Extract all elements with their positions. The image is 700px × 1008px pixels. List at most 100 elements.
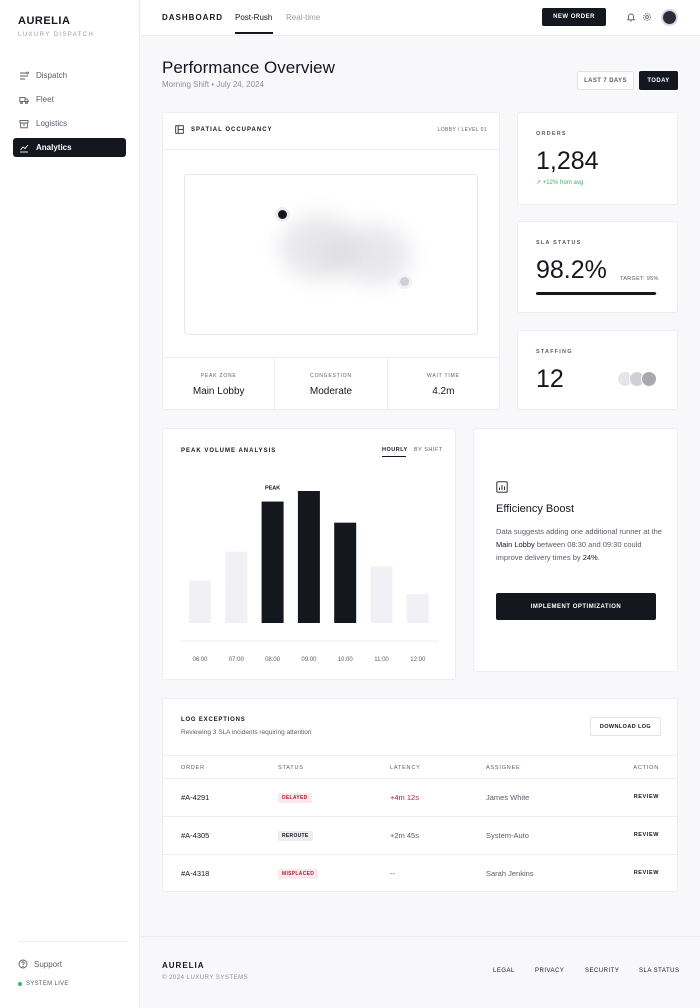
system-status-label: SYSTEM LIVE	[26, 981, 69, 987]
stat-value: Moderate	[309, 386, 353, 397]
status-badge: REROUTE	[278, 831, 313, 841]
x-tick-label: 12:00	[410, 657, 426, 663]
bar-1200[interactable]	[406, 593, 429, 623]
column-header: ASSIGNEE	[486, 765, 521, 771]
support-label: Support	[34, 959, 63, 969]
stat-congestion: CONGESTION Moderate	[275, 358, 388, 410]
occupancy-map[interactable]	[184, 174, 478, 335]
help-icon	[18, 959, 28, 969]
sla-status-card: SLA STATUS 98.2% TARGET: 95%	[517, 221, 678, 313]
assignee: James White	[486, 793, 530, 802]
brand-logo: AURELIA	[18, 15, 71, 27]
efficiency-zone: Main Lobby	[496, 540, 535, 549]
occupancy-marker[interactable]	[400, 277, 409, 286]
stat-peak-zone: PEAK ZONE Main Lobby	[163, 358, 276, 410]
stat-label: PEAK ZONE	[200, 373, 237, 379]
chart-icon	[20, 144, 29, 152]
x-tick-label: 08:00	[265, 657, 281, 663]
footer-link-privacy[interactable]: PRIVACY	[535, 968, 564, 974]
implement-optimization-button[interactable]: IMPLEMENT OPTIMIZATION	[496, 593, 656, 620]
table-row[interactable]: #A-4305 REROUTE +2m 45s System-Auto REVI…	[163, 817, 677, 855]
table-row[interactable]: #A-4318 MISPLACED -- Sarah Jenkins REVIE…	[163, 855, 677, 893]
spatial-occupancy-card: SPATIAL OCCUPANCY LOBBY / LEVEL 01 PEAK …	[162, 112, 500, 410]
table-row[interactable]: #A-4291 DELAYED +4m 12s James White REVI…	[163, 779, 677, 817]
bar-1100[interactable]	[370, 566, 393, 623]
brand-tagline: LUXURY DISPATCH	[18, 32, 95, 38]
order-id: #A-4318	[181, 869, 210, 878]
heat-zone	[340, 225, 410, 285]
tab-real-time[interactable]: Real-time	[286, 13, 320, 22]
stat-value: 4.2m	[432, 386, 455, 397]
status-badge: MISPLACED	[278, 869, 319, 879]
box-icon	[19, 119, 29, 128]
insight-chart-icon	[496, 481, 508, 493]
card-title: LOG EXCEPTIONS	[181, 717, 246, 723]
card-header: SPATIAL OCCUPANCY LOBBY / LEVEL 01	[163, 113, 499, 150]
card-subtitle: Reviewing 3 SLA incidents requiring atte…	[181, 729, 312, 736]
sla-target: TARGET: 95%	[620, 276, 659, 282]
bar-0700[interactable]	[225, 551, 248, 623]
new-order-button[interactable]: NEW ORDER	[542, 8, 606, 26]
kpi-label: STAFFING	[536, 349, 573, 355]
sla-progress-bar	[536, 292, 658, 295]
bell-icon[interactable]	[626, 12, 636, 22]
order-id: #A-4291	[181, 793, 210, 802]
kpi-value: 12	[536, 365, 564, 393]
column-header: STATUS	[278, 765, 304, 771]
bar-0800[interactable]	[261, 501, 284, 623]
range-last-7-days-button[interactable]: LAST 7 DAYS	[577, 71, 634, 90]
review-button[interactable]: REVIEW	[634, 794, 659, 800]
review-button[interactable]: REVIEW	[634, 870, 659, 876]
latency: +2m 45s	[390, 831, 419, 840]
table-header: ORDER STATUS LATENCY ASSIGNEE ACTION	[163, 755, 677, 779]
sidebar-item-analytics[interactable]: Analytics	[13, 138, 126, 157]
bar-0900[interactable]	[297, 491, 320, 623]
range-today-button[interactable]: TODAY	[639, 71, 678, 90]
review-button[interactable]: REVIEW	[634, 832, 659, 838]
support-link[interactable]: Support	[18, 959, 62, 969]
kpi-label: ORDERS	[536, 131, 567, 137]
assignee: Sarah Jenkins	[486, 869, 534, 878]
peak-volume-card: PEAK VOLUME ANALYSIS HOURLY BY SHIFT 06:…	[162, 428, 456, 680]
footer: AURELIA © 2024 LUXURY SYSTEMS LEGAL PRIV…	[141, 936, 700, 1008]
column-header: ACTION	[633, 765, 659, 771]
stat-value: Main Lobby	[192, 386, 245, 397]
efficiency-card: Efficiency Boost Data suggests adding on…	[473, 428, 678, 672]
kpi-value: 98.2%	[536, 256, 607, 284]
dashboard-link[interactable]: DASHBOARD	[162, 13, 223, 22]
occupancy-stats: PEAK ZONE Main Lobby CONGESTION Moderate…	[163, 357, 499, 410]
footer-copyright: © 2024 LUXURY SYSTEMS	[162, 975, 249, 981]
bar-1000[interactable]	[334, 522, 357, 623]
page-title: Performance Overview	[162, 58, 335, 77]
orders-card: ORDERS 1,284 ↗ +12% from avg	[517, 112, 678, 205]
sidebar-item-logistics[interactable]: Logistics	[13, 114, 126, 133]
system-status: SYSTEM LIVE	[18, 981, 69, 987]
footer-link-sla-status[interactable]: SLA STATUS	[639, 968, 679, 974]
occupancy-marker[interactable]	[278, 210, 287, 219]
download-log-button[interactable]: DOWNLOAD LOG	[590, 717, 661, 736]
gear-icon[interactable]	[642, 12, 652, 22]
sidebar-item-label: Dispatch	[36, 71, 68, 80]
stat-label: WAIT TIME	[426, 373, 460, 379]
efficiency-text: .	[597, 553, 600, 562]
sidebar-item-dispatch[interactable]: Dispatch	[13, 66, 126, 85]
column-header: LATENCY	[390, 765, 421, 771]
status-dot-icon	[18, 982, 22, 986]
tab-post-rush[interactable]: Post-Rush	[235, 13, 272, 22]
heat-zone	[320, 245, 350, 265]
latency: --	[390, 869, 395, 878]
peak-volume-chart: 06:00 07:00 08:00 09:00 10:00 11:00 12:00 PEAK	[181, 486, 439, 663]
x-tick-label: 10:00	[338, 657, 354, 663]
trend-indicator: ↗ +12% from avg	[536, 180, 584, 186]
divider	[18, 941, 128, 942]
footer-link-security[interactable]: SECURITY	[585, 968, 619, 974]
sidebar: AURELIA LUXURY DISPATCH Dispatch Fleet L…	[0, 0, 140, 1008]
avatar[interactable]	[661, 9, 678, 26]
sidebar-item-fleet[interactable]: Fleet	[13, 90, 126, 109]
order-id: #A-4305	[181, 831, 210, 840]
stat-wait-time: WAIT TIME 4.2m	[388, 358, 499, 410]
log-exceptions-card: LOG EXCEPTIONS Reviewing 3 SLA incidents…	[162, 698, 678, 892]
bar-0600[interactable]	[189, 580, 211, 623]
truck-icon	[19, 96, 29, 104]
footer-link-legal[interactable]: LEGAL	[493, 968, 515, 974]
